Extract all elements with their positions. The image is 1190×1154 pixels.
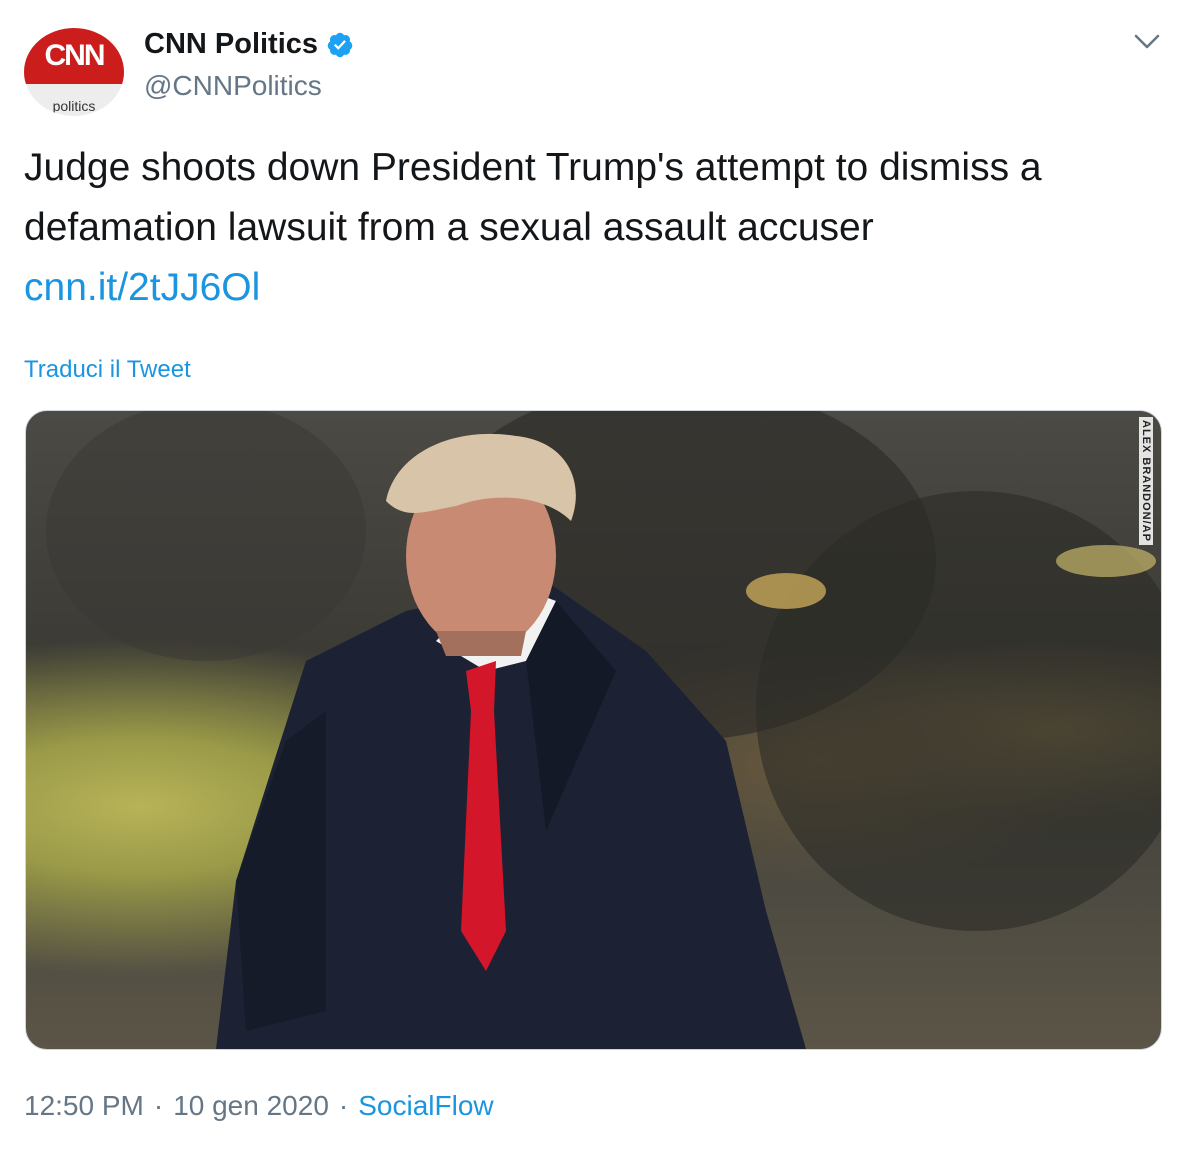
translate-tweet-link[interactable]: Traduci il Tweet — [24, 356, 191, 384]
chevron-down-icon[interactable] — [1133, 32, 1161, 52]
avatar-subtitle: politics — [52, 98, 96, 114]
cnn-logo: CNN — [24, 28, 124, 84]
author-handle[interactable]: @CNNPolitics — [144, 70, 322, 102]
meta-separator: · — [338, 1090, 349, 1121]
photo-credit: ALEX BRANDON/AP — [1139, 417, 1153, 545]
tweet-text: Judge shoots down President Trump's atte… — [24, 146, 1042, 249]
verified-badge-icon — [327, 32, 353, 57]
meta-separator: · — [153, 1090, 164, 1121]
author-avatar[interactable]: CNN politics — [24, 28, 124, 116]
tweet-source-link[interactable]: SocialFlow — [358, 1090, 493, 1122]
tweet-time[interactable]: 12:50 PM — [24, 1090, 144, 1122]
tweet-meta: 12:50 PM · 10 gen 2020 · SocialFlow — [24, 1090, 494, 1122]
tweet-link[interactable]: cnn.it/2tJJ6Ol — [24, 258, 260, 318]
tweet-media-image[interactable]: ALEX BRANDON/AP — [25, 410, 1162, 1050]
tweet-card: CNN politics CNN Politics @CNNPolitics J… — [0, 0, 1190, 1154]
tweet-date[interactable]: 10 gen 2020 — [173, 1090, 329, 1122]
author-display-name[interactable]: CNN Politics — [144, 28, 354, 61]
photo-illustration — [46, 411, 1161, 1049]
author-name-text: CNN Politics — [144, 28, 319, 60]
